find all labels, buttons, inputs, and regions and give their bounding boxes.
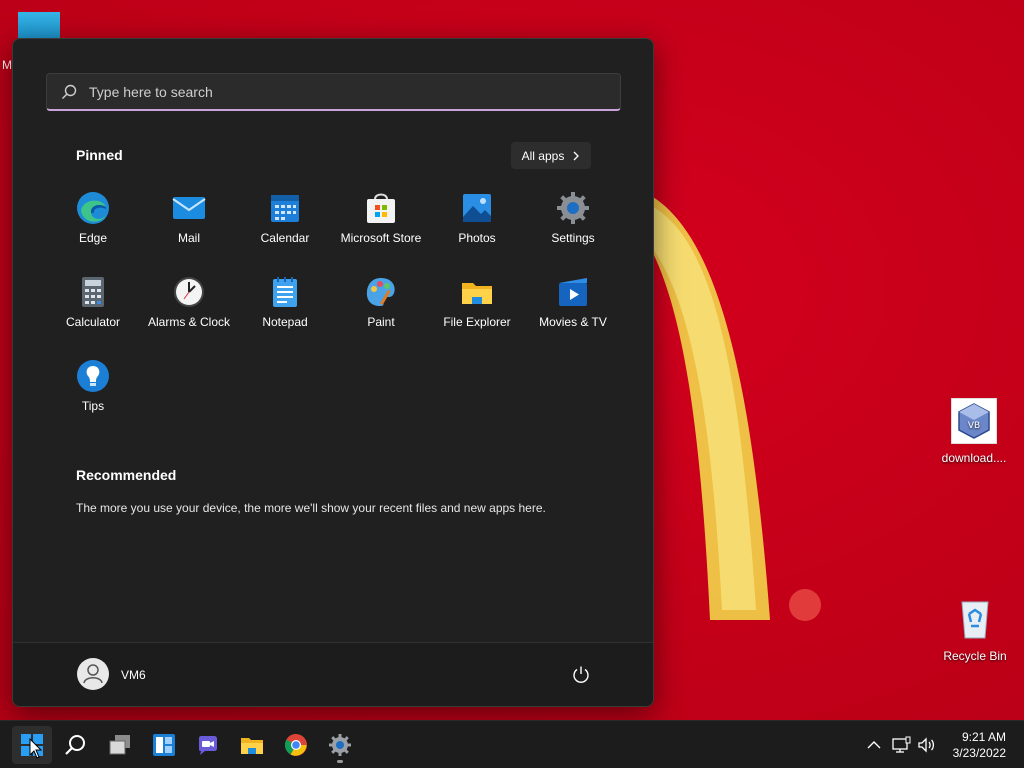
pinned-app-microsoft-store[interactable]: Microsoft Store [333,185,429,265]
desktop-icon-download[interactable]: VB download.... [939,397,1009,465]
pinned-app-paint[interactable]: Paint [333,269,429,349]
recommended-title: Recommended [76,467,177,483]
volume-icon[interactable] [917,735,937,755]
task-view-button[interactable] [100,726,140,764]
pinned-app-alarms-clock[interactable]: Alarms & Clock [141,269,237,349]
task-view-icon [109,735,130,755]
start-menu: Pinned All apps Edge Mail [12,38,654,707]
taskbar-file-explorer[interactable] [232,726,272,764]
notepad-icon [273,277,297,307]
taskbar-chrome[interactable] [276,726,316,764]
recycle-bin-icon [961,601,989,639]
mail-icon [172,197,206,219]
pinned-app-calendar[interactable]: Calendar [237,185,333,265]
power-icon [573,666,589,683]
gear-icon [557,192,589,224]
tips-icon [77,360,109,392]
chat-button[interactable] [188,726,228,764]
running-indicator [337,760,343,763]
taskbar-search-button[interactable] [56,726,96,764]
chat-icon [199,736,217,755]
search-input[interactable] [89,83,569,100]
desktop-icon-recycle-bin[interactable]: Recycle Bin [940,596,1010,663]
virtualbox-icon: VB [950,397,998,445]
network-icon[interactable] [891,735,911,755]
all-apps-label: All apps [521,148,565,163]
movies-icon [559,278,587,306]
svg-text:VB: VB [968,421,980,431]
pinned-app-settings[interactable]: Settings [525,185,621,265]
search-icon [65,735,85,755]
clock-icon [174,277,204,307]
clock-time: 9:21 AM [961,730,1006,744]
clock-date: 3/23/2022 [952,746,1006,760]
chevron-up-icon[interactable] [864,735,884,755]
gear-icon [329,734,351,756]
desktop-icon-download-label: download.... [941,451,1007,465]
search-box[interactable] [46,73,621,111]
pinned-app-mail[interactable]: Mail [141,185,237,265]
folder-icon [462,283,492,304]
pinned-app-notepad[interactable]: Notepad [237,269,333,349]
pinned-app-movies-tv[interactable]: Movies & TV [525,269,621,349]
pinned-app-file-explorer[interactable]: File Explorer [429,269,525,349]
search-icon [62,84,77,99]
taskbar-settings[interactable] [320,726,360,764]
chrome-icon [285,734,307,756]
calculator-icon [82,277,104,307]
chevron-right-icon [573,151,580,160]
widgets-icon [153,734,175,756]
pinned-app-calculator[interactable]: Calculator [45,269,141,349]
pinned-app-photos[interactable]: Photos [429,185,525,265]
store-icon [367,193,395,223]
desktop-icon-partial-label: M [2,58,12,72]
pinned-app-edge[interactable]: Edge [45,185,141,265]
taskbar-clock[interactable]: 9:21 AM 3/23/2022 [953,729,1006,761]
photos-icon [463,194,491,222]
pinned-title: Pinned [76,147,123,163]
calendar-icon [271,195,299,222]
desktop-icon-recycle-bin-label: Recycle Bin [943,649,1007,663]
recommended-empty-text: The more you use your device, the more w… [76,501,546,515]
desktop-icon-partial[interactable] [18,12,60,40]
all-apps-button[interactable]: All apps [511,142,591,169]
start-menu-footer: VM6 [13,642,653,706]
paint-icon [366,278,395,306]
edge-icon [77,192,109,224]
folder-icon [241,738,263,754]
mouse-cursor-icon [29,738,43,759]
taskbar: 9:21 AM 3/23/2022 [0,720,1024,768]
avatar[interactable] [77,658,109,690]
user-name[interactable]: VM6 [121,668,146,682]
widgets-button[interactable] [144,726,184,764]
pinned-app-tips[interactable]: Tips [45,353,141,433]
user-icon [83,664,103,684]
power-button[interactable] [569,663,593,687]
